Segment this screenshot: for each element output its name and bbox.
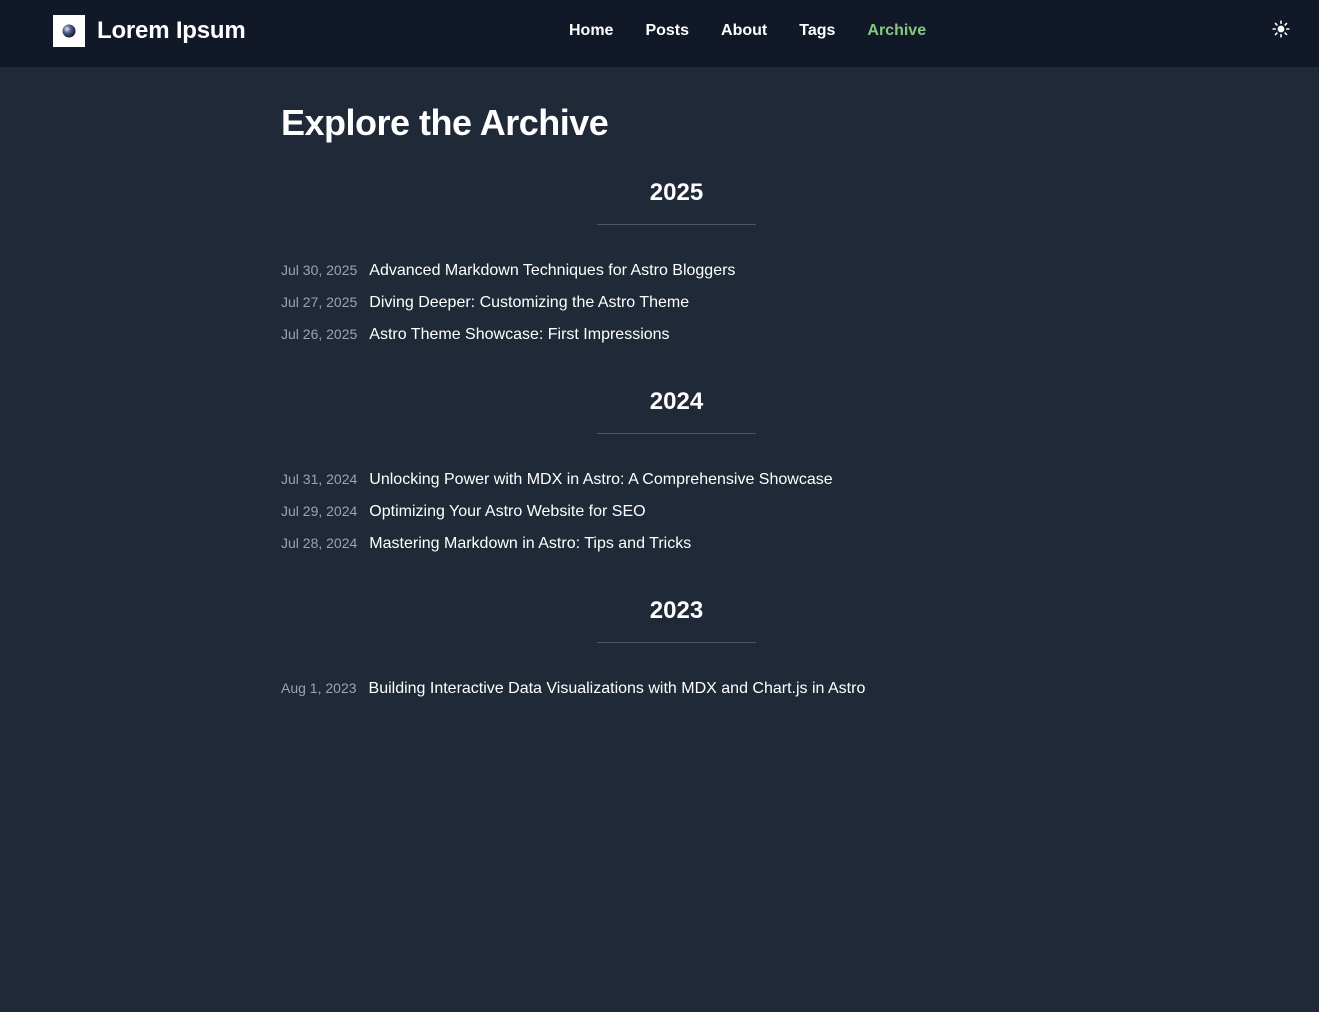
year-divider [597,433,756,434]
post-date: Jul 29, 2024 [281,503,358,519]
site-title: Lorem Ipsum [97,17,246,44]
list-item: Jul 31, 2024 Unlocking Power with MDX in… [281,471,1073,503]
year-heading: 2023 [649,597,704,624]
list-item: Aug 1, 2023 Building Interactive Data Vi… [281,680,1073,712]
main-nav: Home Posts About Tags Archive [569,21,926,41]
year-heading: 2024 [649,388,704,415]
list-item: Jul 29, 2024 Optimizing Your Astro Websi… [281,503,1073,535]
year-divider [597,224,756,225]
post-link[interactable]: Building Interactive Data Visualizations… [369,680,866,698]
page-title: Explore the Archive [281,102,609,143]
post-date: Jul 28, 2024 [281,535,358,551]
nav-archive[interactable]: Archive [867,21,926,41]
list-item: Jul 26, 2025 Astro Theme Showcase: First… [281,326,1073,358]
list-item: Jul 30, 2025 Advanced Markdown Technique… [281,262,1073,294]
post-link[interactable]: Astro Theme Showcase: First Impressions [369,326,669,344]
post-list: Aug 1, 2023 Building Interactive Data Vi… [281,680,1073,712]
list-item: Jul 27, 2025 Diving Deeper: Customizing … [281,294,1073,326]
year-heading: 2025 [649,179,704,206]
theme-toggle-button[interactable] [1271,19,1291,43]
nav-posts[interactable]: Posts [645,21,689,41]
post-link[interactable]: Optimizing Your Astro Website for SEO [369,503,645,521]
post-link[interactable]: Unlocking Power with MDX in Astro: A Com… [369,471,832,489]
list-item: Jul 28, 2024 Mastering Markdown in Astro… [281,535,1073,567]
post-list: Jul 31, 2024 Unlocking Power with MDX in… [281,471,1073,567]
post-link[interactable]: Mastering Markdown in Astro: Tips and Tr… [369,535,691,553]
post-link[interactable]: Diving Deeper: Customizing the Astro The… [369,294,689,312]
logo-sphere-icon [53,15,85,47]
nav-tags[interactable]: Tags [799,21,835,41]
post-date: Jul 26, 2025 [281,326,358,342]
post-date: Aug 1, 2023 [281,680,357,696]
nav-about[interactable]: About [721,21,767,41]
year-divider [597,642,756,643]
sun-icon [1272,19,1290,43]
site-header: Lorem Ipsum Home Posts About Tags Archiv… [0,0,1319,67]
nav-home[interactable]: Home [569,21,613,41]
post-link[interactable]: Advanced Markdown Techniques for Astro B… [369,262,735,280]
post-date: Jul 31, 2024 [281,471,358,487]
post-date: Jul 30, 2025 [281,262,358,278]
brand-link[interactable]: Lorem Ipsum [53,15,246,47]
post-list: Jul 30, 2025 Advanced Markdown Technique… [281,262,1073,358]
post-date: Jul 27, 2025 [281,294,358,310]
